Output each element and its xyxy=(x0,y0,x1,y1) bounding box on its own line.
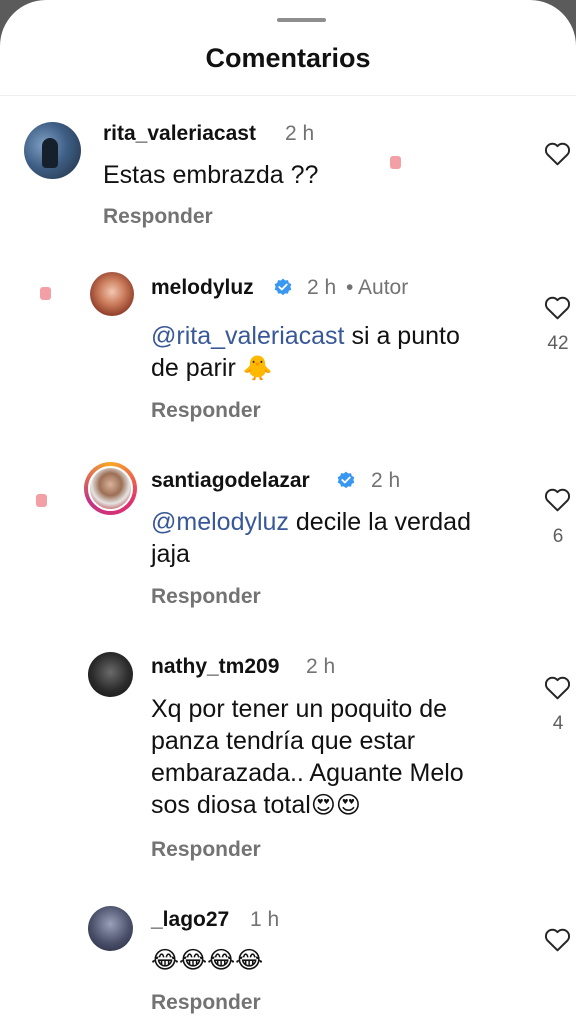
story-ring[interactable] xyxy=(84,462,137,515)
verified-badge-icon xyxy=(337,471,355,489)
drag-handle[interactable] xyxy=(277,18,326,22)
avatar[interactable] xyxy=(88,466,133,511)
comment-text: @melodyluz decile la verdad jaja xyxy=(151,506,471,570)
annotation-marker xyxy=(36,494,47,507)
verified-badge-icon xyxy=(274,278,292,296)
author-tag: • Autor xyxy=(346,276,409,299)
like-count: 4 xyxy=(552,713,564,734)
comment-text-line: Xq por tener un poquito de xyxy=(151,695,448,723)
comment-text-line: de parir xyxy=(151,354,243,382)
comment-time: 2 h xyxy=(306,655,336,678)
comment-text-line: embarazada.. Aguante Melo xyxy=(151,759,464,787)
comment-username[interactable]: santiagodelazar xyxy=(151,469,310,493)
mention-link[interactable]: @rita_valeriacast xyxy=(151,322,345,350)
header-divider xyxy=(0,95,576,96)
comment-text-line: panza tendría que estar xyxy=(151,727,416,755)
avatar[interactable] xyxy=(24,122,81,179)
comment-time: 2 h xyxy=(307,276,337,299)
reply-button[interactable]: Responder xyxy=(103,205,213,229)
avatar[interactable] xyxy=(88,906,133,951)
annotation-marker xyxy=(390,156,401,169)
comment-text: @rita_valeriacast si a punto de parir 🐥 xyxy=(151,320,460,384)
comments-sheet: Comentarios rita_valeriacast 2 h Estas e… xyxy=(0,0,576,1024)
like-count: 42 xyxy=(547,333,569,354)
comment-time: 1 h xyxy=(250,908,280,931)
comment-text-line: si a punto xyxy=(344,322,460,350)
heart-icon[interactable] xyxy=(544,296,571,320)
heart-eyes-emoji: 😍😍 xyxy=(310,791,361,819)
comment-text-line: decile la verdad xyxy=(288,508,471,536)
comment-text-line: jaja xyxy=(151,540,190,568)
comment-username[interactable]: _lago27 xyxy=(151,908,229,932)
comment-text: Xq por tener un poquito de panza tendría… xyxy=(151,693,464,821)
page-title: Comentarios xyxy=(205,43,371,73)
tears-of-joy-emoji: 😂😂😂😂 xyxy=(151,946,264,974)
comment-text: Estas embrazda ?? xyxy=(103,161,319,189)
comment-username[interactable]: nathy_tm209 xyxy=(151,655,279,679)
mention-link[interactable]: @melodyluz xyxy=(151,508,289,536)
comment-text-line: sos diosa total xyxy=(151,791,311,819)
chick-emoji: 🐥 xyxy=(242,354,273,382)
heart-icon[interactable] xyxy=(544,142,571,166)
reply-button[interactable]: Responder xyxy=(151,991,261,1015)
comment-username[interactable]: rita_valeriacast xyxy=(103,122,256,146)
reply-button[interactable]: Responder xyxy=(151,585,261,609)
comment-username[interactable]: melodyluz xyxy=(151,276,254,300)
reply-button[interactable]: Responder xyxy=(151,838,261,862)
reply-button[interactable]: Responder xyxy=(151,399,261,423)
avatar[interactable] xyxy=(90,272,134,316)
heart-icon[interactable] xyxy=(544,676,571,700)
heart-icon[interactable] xyxy=(544,488,571,512)
heart-icon[interactable] xyxy=(544,928,571,952)
comment-time: 2 h xyxy=(285,122,315,145)
like-count: 6 xyxy=(552,526,564,547)
comment-time: 2 h xyxy=(371,469,401,492)
annotation-marker xyxy=(40,287,51,300)
avatar[interactable] xyxy=(88,652,133,697)
